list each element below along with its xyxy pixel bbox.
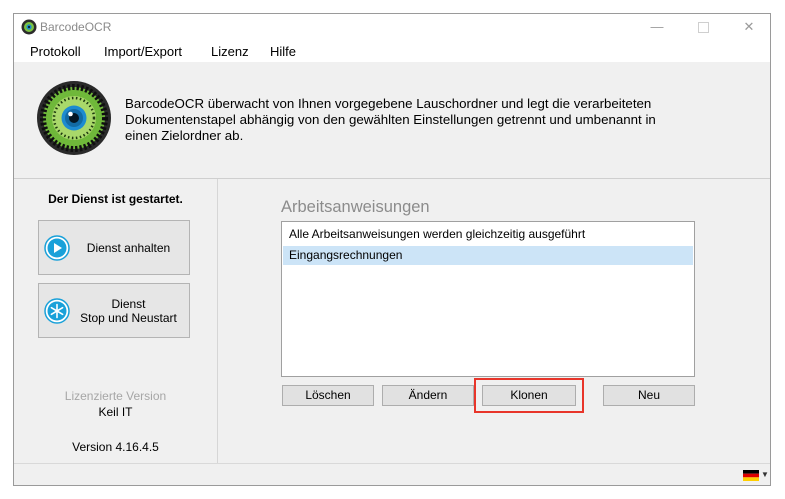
window-title: BarcodeOCR xyxy=(40,20,112,34)
description-line: Dokumentenstapel abhängig von den gewähl… xyxy=(125,112,656,127)
service-panel: Der Dienst ist gestartet. Dienst anhalte… xyxy=(14,179,218,463)
edit-button[interactable]: Ändern xyxy=(382,385,474,406)
clone-highlight-box xyxy=(474,378,584,413)
new-button[interactable]: Neu xyxy=(603,385,695,406)
menu-bar: Protokoll Import/Export Lizenz Hilfe xyxy=(14,40,770,62)
german-flag-icon[interactable] xyxy=(743,470,759,481)
language-dropdown-icon[interactable]: ▼ xyxy=(761,470,769,479)
play-icon xyxy=(44,235,70,261)
maximize-button[interactable] xyxy=(680,14,726,40)
menu-hilfe[interactable]: Hilfe xyxy=(270,44,296,59)
work-instructions-list[interactable]: Alle Arbeitsanweisungen werden gleichzei… xyxy=(281,221,695,377)
menu-lizenz[interactable]: Lizenz xyxy=(211,44,249,59)
licensee-name: Keil IT xyxy=(98,405,133,419)
close-icon: ✕ xyxy=(743,19,755,34)
list-item-selected[interactable]: Eingangsrechnungen xyxy=(283,246,693,265)
stop-service-label: Dienst anhalten xyxy=(86,241,171,255)
section-title: Arbeitsanweisungen xyxy=(281,198,430,216)
description-line: einen Zielordner ab. xyxy=(125,128,244,143)
service-status: Der Dienst ist gestartet. xyxy=(48,192,183,206)
restart-label-line: Stop und Neustart xyxy=(80,311,177,325)
stop-service-button[interactable]: Dienst anhalten xyxy=(38,220,190,275)
close-button[interactable]: ✕ xyxy=(726,14,770,40)
title-bar: BarcodeOCR — ✕ xyxy=(14,14,770,40)
work-instructions-panel: Arbeitsanweisungen Alle Arbeitsanweisung… xyxy=(218,179,770,463)
app-window: BarcodeOCR — ✕ Protokoll Import/Export L… xyxy=(13,13,771,486)
app-icon xyxy=(21,19,37,35)
snowflake-icon xyxy=(44,298,70,324)
delete-button[interactable]: Löschen xyxy=(282,385,374,406)
menu-import-export[interactable]: Import/Export xyxy=(104,44,182,59)
app-description: BarcodeOCR überwacht von Ihnen vorgegebe… xyxy=(125,96,725,144)
restart-service-label: Dienst Stop und Neustart xyxy=(72,297,185,325)
description-line: BarcodeOCR überwacht von Ihnen vorgegebe… xyxy=(125,96,652,111)
version-text: Version 4.16.4.5 xyxy=(72,440,159,454)
license-label: Lizenzierte Version xyxy=(64,389,167,403)
header-panel: BarcodeOCR überwacht von Ihnen vorgegebe… xyxy=(14,62,770,179)
barcodeocr-logo xyxy=(37,81,111,155)
minimize-button[interactable]: — xyxy=(634,14,680,40)
maximize-icon xyxy=(697,22,709,34)
restart-label-line: Dienst xyxy=(111,297,146,311)
status-bar: ▼ xyxy=(14,463,770,485)
restart-service-button[interactable]: Dienst Stop und Neustart xyxy=(38,283,190,338)
list-item[interactable]: Alle Arbeitsanweisungen werden gleichzei… xyxy=(283,225,693,244)
minimize-icon: — xyxy=(650,19,664,34)
menu-protokoll[interactable]: Protokoll xyxy=(30,44,81,59)
